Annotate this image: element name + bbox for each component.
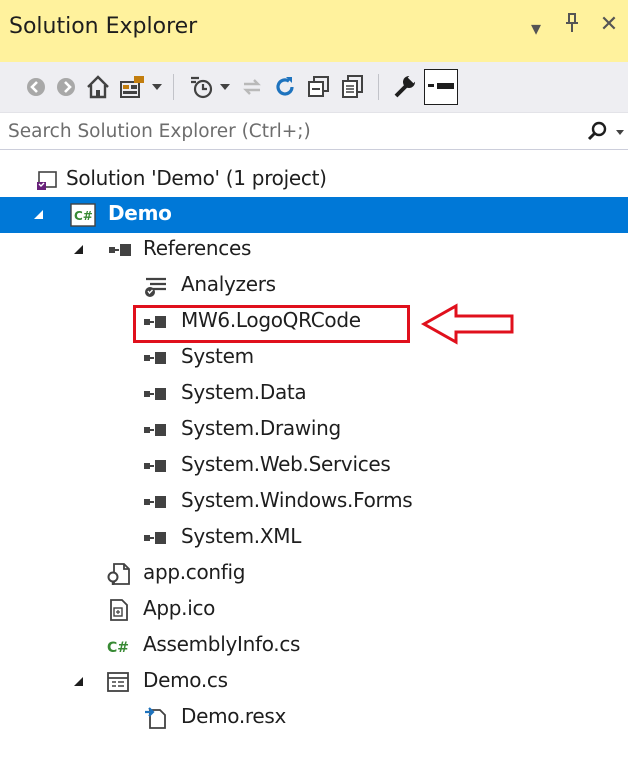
search-input[interactable]: Search Solution Explorer (Ctrl+;): [8, 121, 311, 142]
reference-icon: [143, 350, 171, 364]
preview-icon[interactable]: [424, 69, 458, 105]
tree-item-analyzers[interactable]: Analyzers: [0, 268, 628, 304]
expanded-arrow-icon[interactable]: [74, 245, 83, 254]
sync-icon[interactable]: [238, 71, 266, 103]
reference-icon: [143, 530, 171, 544]
pending-changes-dropdown-icon[interactable]: [220, 84, 230, 90]
tree-item-label: System.Data: [181, 380, 307, 404]
icon-file-icon: [108, 598, 130, 622]
tree-item-label: Demo: [108, 201, 172, 225]
panel-title: Solution Explorer: [9, 14, 198, 39]
tree-item-label: AssemblyInfo.cs: [143, 632, 301, 656]
reference-icon: [143, 386, 171, 400]
tree-item-label: Demo.cs: [143, 668, 228, 692]
config-file-icon: [107, 562, 131, 586]
back-icon[interactable]: [22, 71, 50, 103]
pending-changes-icon[interactable]: [186, 71, 216, 103]
toolbar: [0, 62, 628, 112]
tree-item-reference[interactable]: System.Drawing: [0, 412, 628, 448]
tree-item-app-config[interactable]: app.config: [0, 556, 628, 592]
tree-item-reference[interactable]: System.Web.Services: [0, 448, 628, 484]
tree-item-references[interactable]: References: [0, 232, 628, 268]
tree-item-reference[interactable]: System: [0, 340, 628, 376]
switch-views-dropdown-icon[interactable]: [152, 84, 162, 90]
window-position-dropdown-icon[interactable]: ▾: [522, 16, 550, 40]
annotation-arrow-icon: [420, 302, 520, 350]
tree-item-demo-cs[interactable]: Demo.cs: [0, 664, 628, 700]
csharp-file-icon: C#: [106, 636, 134, 656]
reference-icon: [143, 422, 171, 436]
tree-item-label: app.config: [143, 560, 246, 584]
tree-item-solution[interactable]: Solution 'Demo' (1 project): [0, 162, 628, 198]
form-icon: [106, 671, 130, 693]
tree-item-reference[interactable]: System.Data: [0, 376, 628, 412]
title-bar: Solution Explorer ▾ ✕: [0, 0, 628, 62]
toolbar-separator: [378, 74, 379, 100]
highlight-box: [133, 305, 410, 343]
csharp-project-icon: C#: [70, 203, 96, 227]
svg-text:C#: C#: [74, 209, 93, 223]
tree-item-label: Solution 'Demo' (1 project): [66, 166, 327, 190]
tree-item-label: System.Web.Services: [181, 452, 391, 476]
tree-item-demo-resx[interactable]: Demo.resx: [0, 700, 628, 736]
tree-item-reference[interactable]: System.XML: [0, 520, 628, 556]
expanded-arrow-icon[interactable]: [74, 677, 83, 686]
properties-icon[interactable]: [390, 71, 420, 103]
tree-item-label: System.Drawing: [181, 416, 341, 440]
reference-icon: [143, 458, 171, 472]
close-icon[interactable]: ✕: [595, 12, 623, 37]
show-all-files-icon[interactable]: [338, 71, 368, 103]
search-options-dropdown-icon[interactable]: [616, 130, 624, 135]
tree-item-reference[interactable]: System.Windows.Forms: [0, 484, 628, 520]
pin-icon[interactable]: [558, 12, 586, 40]
tree-item-label: Analyzers: [181, 272, 276, 296]
solution-icon: [36, 169, 58, 191]
toolbar-separator: [173, 74, 174, 100]
reference-icon: [143, 494, 171, 508]
home-icon[interactable]: [83, 71, 113, 103]
reference-icon: [108, 242, 136, 256]
tree-item-assembly-info[interactable]: C# AssemblyInfo.cs: [0, 628, 628, 664]
tree-item-label: Demo.resx: [181, 704, 287, 728]
switch-views-icon[interactable]: [118, 71, 148, 103]
forward-icon[interactable]: [52, 71, 80, 103]
collapse-all-icon[interactable]: [304, 71, 334, 103]
search-box[interactable]: Search Solution Explorer (Ctrl+;): [0, 112, 628, 150]
tree-item-label: System: [181, 344, 254, 368]
search-icon[interactable]: [586, 121, 608, 147]
expanded-arrow-icon[interactable]: [34, 210, 43, 219]
tree-item-project[interactable]: C# Demo: [0, 197, 628, 233]
refresh-icon[interactable]: [270, 71, 300, 103]
tree-item-label: References: [143, 236, 252, 260]
tree-item-label: System.Windows.Forms: [181, 488, 413, 512]
tree-item-label: App.ico: [143, 596, 216, 620]
tree-item-app-ico[interactable]: App.ico: [0, 592, 628, 628]
tree-item-label: System.XML: [181, 524, 302, 548]
svg-text:C#: C#: [107, 640, 129, 656]
analyzer-icon: [144, 276, 168, 298]
resx-file-icon: [144, 706, 168, 730]
